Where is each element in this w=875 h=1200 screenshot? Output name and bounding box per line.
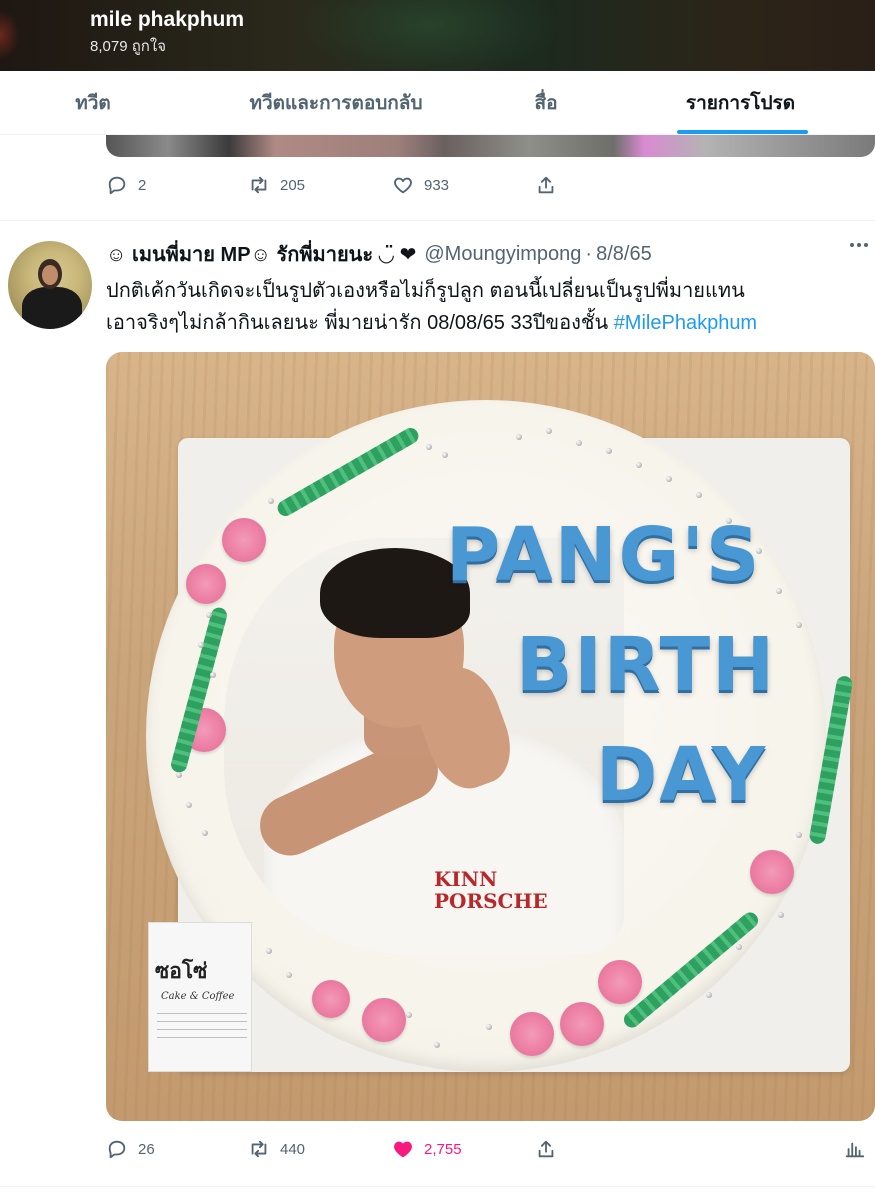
shop-name: ซอโซ่	[155, 958, 208, 983]
header-separator: ·	[585, 242, 593, 265]
like-button[interactable]: 933	[392, 174, 449, 196]
tweet-actions: 26 440 2,755	[106, 1138, 875, 1162]
like-button[interactable]: 2,755	[392, 1138, 462, 1160]
reply-button[interactable]: 26	[106, 1138, 155, 1160]
cake-flower	[222, 518, 266, 562]
tweet-text-line-2: เอาจริงๆไม่กล้ากินเลยนะ พี่มายน่ารัก 08/…	[106, 312, 614, 334]
hashtag-link[interactable]: #MilePhakphum	[614, 312, 757, 334]
tweet-header: ☺ เมนพี่มาย MP☺ รักพี่มายนะ ◡̈ ❤ @Moungy…	[106, 240, 652, 268]
cake-flower	[510, 1012, 554, 1056]
previous-tweet-media[interactable]	[106, 135, 875, 157]
profile-likes-count: 8,079 ถูกใจ	[90, 38, 166, 55]
share-button[interactable]	[535, 174, 557, 196]
retweet-button[interactable]: 205	[248, 174, 305, 196]
cake-flower	[362, 998, 406, 1042]
cake-text-line-2: BIRTH	[516, 622, 777, 708]
heart-icon	[394, 177, 412, 194]
shirt-logo: KINN PORSCHE	[434, 867, 548, 913]
analytics-icon	[845, 1142, 865, 1158]
more-icon[interactable]	[850, 243, 868, 247]
reply-button[interactable]: 2	[106, 174, 146, 196]
cake-flower	[750, 850, 794, 894]
reply-count: 2	[138, 176, 147, 194]
tab-media[interactable]: สื่อ	[486, 71, 606, 134]
author-name[interactable]: ☺ เมนพี่มาย MP☺ รักพี่มายนะ ◡̈ ❤	[106, 238, 416, 270]
cake-flower	[560, 1002, 604, 1046]
cake-flower	[186, 564, 226, 604]
active-tab-indicator	[677, 130, 808, 134]
like-count: 2,755	[424, 1140, 462, 1158]
tab-likes[interactable]: รายการโปรด	[606, 71, 875, 134]
avatar[interactable]	[8, 241, 92, 329]
retweet-count: 440	[280, 1140, 306, 1158]
retweet-icon	[251, 1140, 267, 1158]
cake-photo-print: KINN PORSCHE	[224, 538, 624, 954]
heart-icon	[394, 1141, 412, 1158]
shop-card: ซอโซ่ Cake & Coffee	[148, 922, 252, 1072]
tweet-divider	[0, 1186, 875, 1187]
tab-tweets-and-replies[interactable]: ทวีตและการตอบกลับ	[186, 71, 486, 134]
author-handle[interactable]: @Moungyimpong	[424, 243, 581, 266]
tweet-text-line-1: ปกติเค้กวันเกิดจะเป็นรูปตัวเองหรือไม่ก็ร…	[106, 280, 745, 302]
cake-flower	[598, 960, 642, 1004]
cake-text-line-1: PANG'S	[446, 512, 762, 598]
analytics-button[interactable]	[844, 1138, 866, 1160]
profile-tabs: ทวีต ทวีตและการตอบกลับ สื่อ รายการโปรด	[0, 71, 875, 135]
share-button[interactable]	[535, 1138, 557, 1160]
cake-flower	[312, 980, 350, 1018]
cake-text-line-3: DAY	[596, 732, 768, 818]
tab-tweets[interactable]: ทวีต	[0, 71, 186, 134]
retweet-button[interactable]: 440	[248, 1138, 305, 1160]
tweet-text: ปกติเค้กวันเกิดจะเป็นรูปตัวเองหรือไม่ก็ร…	[106, 275, 875, 339]
tweet-date[interactable]: 8/8/65	[596, 243, 652, 266]
retweet-icon	[251, 176, 267, 194]
shop-subtitle: Cake & Coffee	[161, 991, 235, 1002]
previous-tweet-actions: 2 205 933	[106, 174, 875, 198]
reply-icon	[108, 176, 126, 195]
tweet-media-image[interactable]: ซอโซ่ Cake & Coffee KINN PORSCHE PANG'S …	[106, 352, 875, 1121]
profile-name: mile phakphum	[90, 8, 245, 31]
retweet-count: 205	[280, 176, 306, 194]
profile-header-banner: mile phakphum 8,079 ถูกใจ	[0, 0, 875, 71]
reply-count: 26	[138, 1140, 155, 1158]
share-icon	[538, 1140, 554, 1158]
like-count: 933	[424, 176, 450, 194]
share-icon	[538, 176, 554, 194]
tweet-divider	[0, 220, 875, 221]
reply-icon	[108, 1140, 126, 1159]
